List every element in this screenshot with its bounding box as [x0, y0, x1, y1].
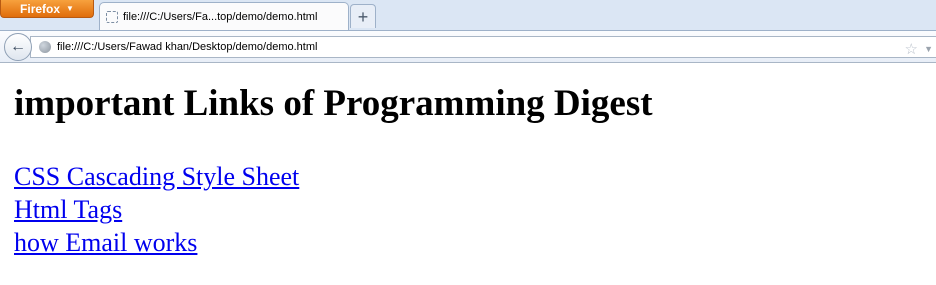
- firefox-menu-label: Firefox: [20, 1, 61, 16]
- link-email[interactable]: how Email works: [14, 226, 299, 259]
- history-dropdown-icon[interactable]: ▼: [924, 45, 933, 54]
- browser-tab[interactable]: file:///C:/Users/Fa...top/demo/demo.html: [99, 2, 349, 30]
- globe-icon: [39, 41, 51, 53]
- back-arrow-icon: ←: [10, 38, 26, 55]
- link-css[interactable]: CSS Cascading Style Sheet: [14, 160, 299, 193]
- link-html-tags[interactable]: Html Tags: [14, 193, 299, 226]
- new-tab-button[interactable]: +: [350, 4, 376, 28]
- address-text: file:///C:/Users/Fawad khan/Desktop/demo…: [57, 41, 318, 53]
- navigation-toolbar: file:///C:/Users/Fawad khan/Desktop/demo…: [0, 30, 936, 63]
- links-list: CSS Cascading Style Sheet Html Tags how …: [14, 160, 299, 259]
- back-button[interactable]: ←: [4, 33, 32, 61]
- firefox-menu-button[interactable]: Firefox ▼: [0, 0, 94, 18]
- page-heading: important Links of Programming Digest: [14, 83, 653, 124]
- address-bar[interactable]: file:///C:/Users/Fawad khan/Desktop/demo…: [30, 36, 936, 58]
- bookmark-star-icon[interactable]: ☆: [905, 42, 918, 57]
- tab-strip: Firefox ▼ file:///C:/Users/Fa...top/demo…: [0, 0, 936, 30]
- dropdown-arrow-icon: ▼: [66, 4, 74, 13]
- page-favicon-icon: [106, 10, 118, 23]
- plus-icon: +: [357, 6, 369, 27]
- tab-title: file:///C:/Users/Fa...top/demo/demo.html: [123, 10, 318, 23]
